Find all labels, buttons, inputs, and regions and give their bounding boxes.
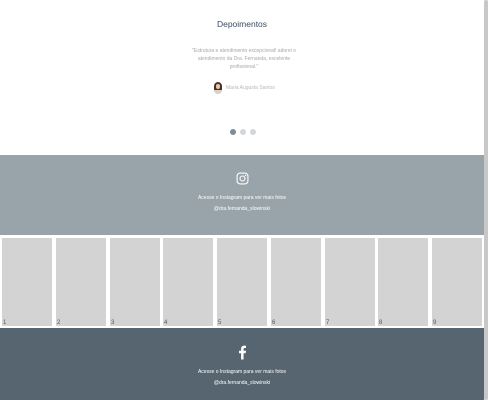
facebook-icon[interactable] — [239, 345, 246, 360]
facebook-cta[interactable]: Acesse o Instagram para ver mais fotos — [0, 369, 484, 375]
page: Depoimentos "Estrutura e atendimento exc… — [0, 0, 488, 400]
photo-gallery: 1 2 3 4 5 6 7 8 9 — [0, 235, 488, 328]
gallery-tile[interactable]: 9 — [432, 238, 482, 326]
gallery-tile[interactable]: 6 — [271, 238, 321, 326]
tile-number: 9 — [433, 320, 437, 326]
tile-number: 4 — [164, 320, 168, 326]
instagram-icon[interactable] — [236, 172, 249, 185]
facebook-section — [0, 328, 484, 400]
gallery-tile[interactable]: 3 — [110, 238, 160, 326]
tile-number: 3 — [111, 320, 115, 326]
carousel-dot-1[interactable] — [230, 129, 236, 135]
gallery-tile[interactable]: 1 — [2, 238, 52, 326]
gallery-tile[interactable]: 5 — [217, 238, 267, 326]
author-name: Maria Augusta Santos — [226, 85, 275, 91]
author-avatar — [214, 82, 222, 94]
carousel-dot-2[interactable] — [240, 129, 246, 135]
tile-number: 5 — [218, 320, 222, 326]
gallery-tile[interactable]: 7 — [325, 238, 375, 326]
tile-number: 6 — [272, 320, 276, 326]
gallery-tile[interactable]: 4 — [163, 238, 213, 326]
instagram-handle[interactable]: @dra.fernanda_slowinski — [0, 206, 484, 212]
tile-number: 7 — [326, 320, 330, 326]
testimonials-title: Depoimentos — [216, 19, 268, 29]
testimonial-author: Maria Augusta Santos — [214, 82, 275, 94]
scrollbar-thumb[interactable] — [484, 0, 488, 400]
testimonial-quote: "Estrutura e atendimento excepcional! ad… — [192, 48, 296, 70]
instagram-cta[interactable]: Acesse o Instagram para ver mais fotos — [0, 195, 484, 201]
testimonials-section: Depoimentos "Estrutura e atendimento exc… — [0, 0, 484, 155]
tile-number: 2 — [57, 320, 61, 326]
tile-number: 8 — [379, 320, 383, 326]
carousel-dots — [230, 129, 256, 135]
carousel-dot-3[interactable] — [250, 129, 256, 135]
gallery-tile[interactable]: 8 — [378, 238, 428, 326]
facebook-handle[interactable]: @dra.fernanda_slowinski — [0, 380, 484, 386]
tile-number: 1 — [3, 320, 7, 326]
gallery-tile[interactable]: 2 — [56, 238, 106, 326]
